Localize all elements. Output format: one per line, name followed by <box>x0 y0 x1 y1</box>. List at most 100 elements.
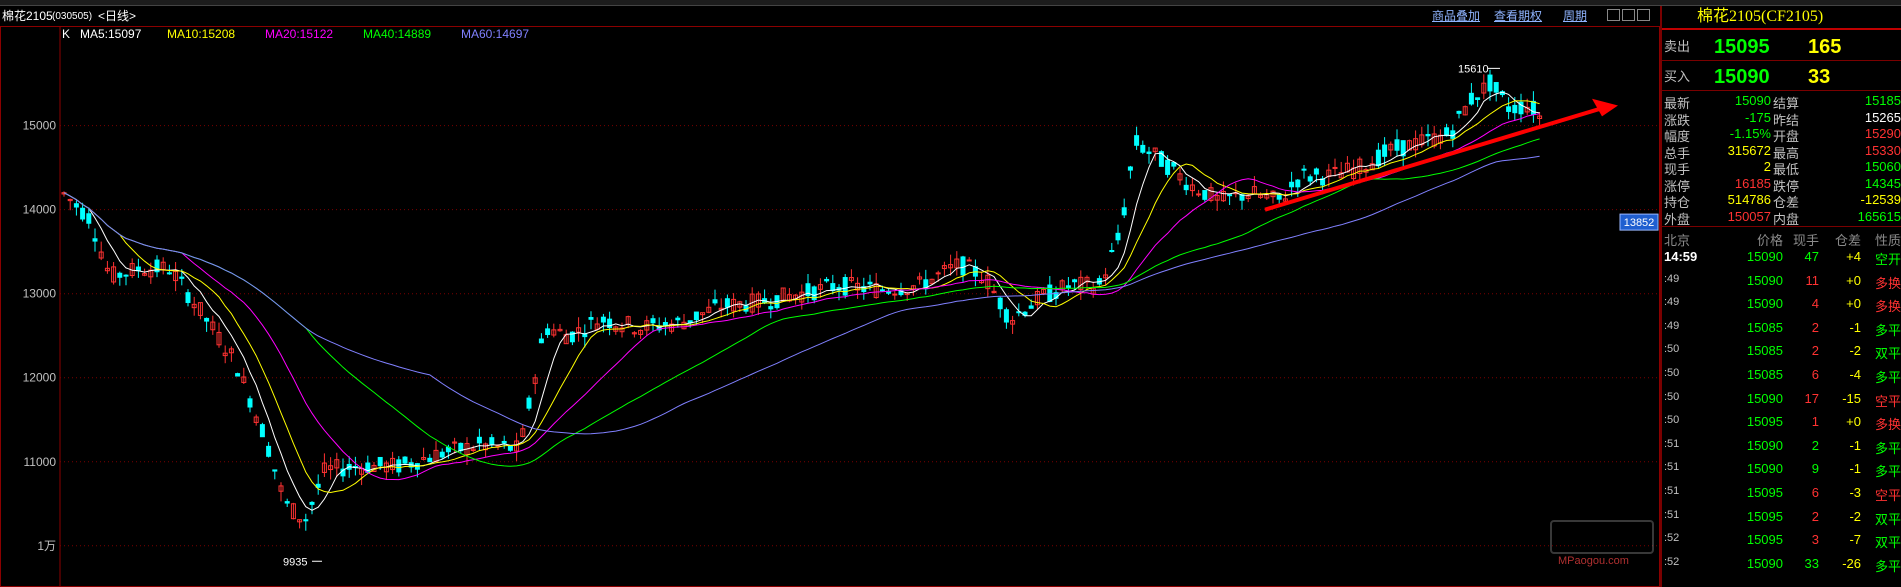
candle-body <box>284 501 290 504</box>
stat-row: 外盘 150057 内盘 165615 <box>1662 208 1901 227</box>
tick-nature: 双平 <box>1874 535 1901 551</box>
tick-row[interactable]: :50 15085 6 -4 多平 <box>1662 365 1901 385</box>
tick-row[interactable]: :52 15090 33 -26 多平 <box>1662 554 1901 574</box>
tick-oi: -1 <box>1849 437 1861 453</box>
kline-chart[interactable]: 15000 14000 13000 12000 11000 1万 15610 9935 1385… <box>0 26 1660 587</box>
tick-vol: 2 <box>1811 437 1819 453</box>
close-window-icon[interactable] <box>1637 9 1650 21</box>
tick-nature: 多换 <box>1874 275 1901 291</box>
stat-row: 现手 2 最低 15060 <box>1662 158 1901 177</box>
tick-row[interactable]: :50 15085 2 -2 双平 <box>1662 341 1901 361</box>
candle-body <box>185 292 191 303</box>
restore-window-icon[interactable] <box>1607 9 1620 21</box>
tick-time: :52 <box>1664 555 1680 568</box>
candle-body <box>1028 305 1034 309</box>
candle-body <box>272 469 278 472</box>
candle-body <box>997 297 1003 310</box>
tick-vol: 17 <box>1804 390 1819 406</box>
candle-body <box>1375 149 1381 167</box>
stat-value: -12539 <box>1860 192 1901 207</box>
tick-row[interactable]: :51 15095 6 -3 空平 <box>1662 483 1901 503</box>
stat-value: 15265 <box>1864 109 1901 125</box>
tick-price: 15090 <box>1746 249 1783 264</box>
kline-chart-svg[interactable]: 15000 14000 13000 12000 11000 1万 15610 9935 1385… <box>0 26 1660 587</box>
tick-row[interactable]: :51 15090 9 -1 多平 <box>1662 459 1901 479</box>
tick-time: :50 <box>1664 390 1680 403</box>
tick-nature: 多平 <box>1874 370 1901 385</box>
tick-row[interactable]: :52 15095 3 -7 双平 <box>1662 530 1901 550</box>
tick-row[interactable]: :51 15095 2 -2 双平 <box>1662 507 1901 527</box>
chart-title-bar: 棉花2105 (030505) <日线> 商品叠加 查看期权 周期 <box>0 6 1660 26</box>
candle-body <box>1456 110 1462 114</box>
tick-nature: 多平 <box>1874 322 1901 338</box>
cycle-button[interactable]: 周期 <box>1563 9 1587 23</box>
candle-body <box>1127 166 1133 171</box>
y-tick-label: 12000 <box>23 371 57 385</box>
candle-body <box>842 277 848 296</box>
stat-label: 内盘 <box>1773 211 1800 227</box>
tick-nature: 多换 <box>1874 299 1901 315</box>
candle-body <box>724 298 730 308</box>
tick-time: :51 <box>1664 437 1680 450</box>
tick-time: :51 <box>1664 508 1680 521</box>
candle-body <box>166 272 172 275</box>
view-options-button[interactable]: 查看期权 <box>1494 9 1542 23</box>
tick-price: 15090 <box>1746 390 1783 406</box>
tick-row[interactable]: :51 15090 2 -1 多平 <box>1662 436 1901 456</box>
candle-body <box>427 457 433 463</box>
y-tick-label: 14000 <box>23 203 57 217</box>
candle-body <box>117 272 123 278</box>
tick-row[interactable]: :49 15085 2 -1 多平 <box>1662 318 1901 338</box>
stat-row: 幅度 -1.15% 开盘 15290 <box>1662 125 1901 144</box>
candle-body <box>879 289 885 292</box>
candle-body <box>489 437 495 445</box>
overlay-commodity-button[interactable]: 商品叠加 <box>1432 9 1480 23</box>
tick-oi: -3 <box>1849 485 1861 500</box>
tick-header: 北京 价格 现手 仓差 性质 <box>1662 228 1901 248</box>
tick-vol: 33 <box>1804 555 1819 571</box>
candle-body <box>259 424 265 438</box>
tick-price: 15090 <box>1746 555 1783 571</box>
tick-time: :49 <box>1664 296 1680 309</box>
tick-oi: +4 <box>1846 249 1861 264</box>
candle-body <box>600 316 606 323</box>
candle-body <box>935 272 941 275</box>
stat-value: 15060 <box>1864 159 1901 174</box>
candle-body <box>1506 106 1512 112</box>
tick-nature: 多平 <box>1874 558 1901 574</box>
stat-value: 15090 <box>1734 93 1771 108</box>
tick-row[interactable]: :50 15090 17 -15 空平 <box>1662 389 1901 409</box>
candle-body <box>1425 133 1431 137</box>
candle-body <box>1065 285 1071 289</box>
stat-value: 165615 <box>1857 208 1901 224</box>
candle-body <box>693 311 699 321</box>
tick-vol: 3 <box>1811 532 1819 548</box>
candle-body <box>402 456 408 464</box>
tick-row[interactable]: 14:59 15090 47 +4 空开 <box>1662 247 1901 267</box>
tick-price: 15085 <box>1746 367 1783 382</box>
candle-body <box>1227 194 1233 197</box>
stat-row: 持仓 514786 仓差 -12539 <box>1662 191 1901 210</box>
y-tick-label: 13000 <box>23 287 57 301</box>
candle-body <box>1307 176 1313 182</box>
tick-vol: 47 <box>1804 249 1819 264</box>
candle-body <box>80 207 86 220</box>
buy-volume: 33 <box>1808 66 1831 88</box>
stat-value: 150057 <box>1727 208 1771 224</box>
period-label[interactable]: <日线> <box>98 9 136 23</box>
candle-body <box>204 317 210 322</box>
maximize-window-icon[interactable] <box>1622 9 1635 21</box>
tick-oi: -15 <box>1842 390 1861 406</box>
tick-row[interactable]: :49 15090 11 +0 多换 <box>1662 271 1901 291</box>
tick-nature: 多平 <box>1874 464 1901 480</box>
stat-row: 总手 315672 最高 15330 <box>1662 142 1901 161</box>
tick-row[interactable]: :50 15095 1 +0 多换 <box>1662 412 1901 432</box>
tick-row[interactable]: :49 15090 4 +0 多换 <box>1662 294 1901 314</box>
tick-nature: 空开 <box>1874 252 1901 267</box>
candle-body <box>235 373 241 377</box>
stat-value: 15185 <box>1864 93 1901 108</box>
stat-value: 15330 <box>1864 142 1901 158</box>
candle-body <box>1475 97 1481 100</box>
trend-arrow-head <box>1592 98 1618 117</box>
stat-row: 最新 15090 结算 15185 <box>1662 92 1901 111</box>
